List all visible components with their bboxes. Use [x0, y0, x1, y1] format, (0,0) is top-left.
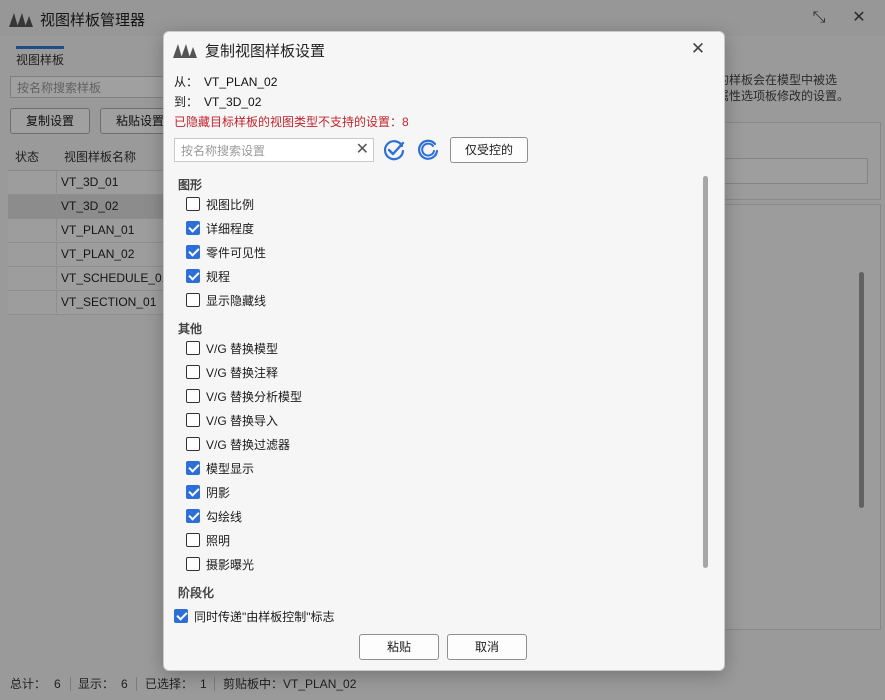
group-phasing: 阶段化: [178, 586, 215, 600]
to-line: 到： VT_3D_02: [174, 95, 262, 109]
clear-search-icon[interactable]: ✕: [356, 140, 369, 160]
checkbox-checked[interactable]: [186, 245, 200, 259]
dialog-logo-icon: [172, 41, 198, 62]
from-value: VT_PLAN_02: [204, 75, 278, 89]
settings-search-input[interactable]: [179, 141, 355, 161]
checkbox[interactable]: [186, 389, 200, 403]
checkbox[interactable]: [186, 557, 200, 571]
checkbox-checked[interactable]: [186, 221, 200, 235]
copy-settings-dialog: 复制视图样板设置 ✕ 从： VT_PLAN_02 到： VT_3D_02 已隐藏目标…: [163, 31, 725, 671]
hidden-settings-note: 已隐藏目标样板的视图类型不支持的设置：8: [174, 115, 409, 129]
paste-button[interactable]: 粘贴: [359, 634, 439, 660]
checkbox[interactable]: [186, 365, 200, 379]
cancel-button[interactable]: 取消: [447, 634, 527, 660]
checkbox-checked[interactable]: [186, 509, 200, 523]
checkbox[interactable]: [186, 413, 200, 427]
checkbox[interactable]: [186, 341, 200, 355]
checkbox[interactable]: [186, 293, 200, 307]
checkbox-checked[interactable]: [174, 609, 188, 623]
checkbox[interactable]: [186, 197, 200, 211]
settings-list-scrollbar[interactable]: [703, 176, 708, 568]
from-line: 从： VT_PLAN_02: [174, 75, 278, 89]
dialog-title: 复制视图样板设置: [205, 43, 326, 60]
checkbox[interactable]: [186, 437, 200, 451]
checkbox-checked[interactable]: [186, 485, 200, 499]
controlled-only-button[interactable]: 仅受控的: [450, 137, 528, 163]
uncheck-all-icon[interactable]: [416, 138, 440, 162]
group-graphics: 图形: [178, 178, 203, 192]
check-all-icon[interactable]: [382, 138, 406, 162]
checkbox-checked[interactable]: [186, 461, 200, 475]
dialog-close-icon[interactable]: ✕: [686, 38, 710, 60]
settings-list: 图形 视图比例 详细程度 零件可见性 规程 显示隐藏线 其他 V/G 替换模型 …: [178, 178, 303, 600]
to-value: VT_3D_02: [204, 95, 262, 109]
checkbox-checked[interactable]: [186, 269, 200, 283]
group-other: 其他: [178, 322, 203, 336]
checkbox[interactable]: [186, 533, 200, 547]
settings-search-field[interactable]: ✕: [174, 138, 374, 162]
